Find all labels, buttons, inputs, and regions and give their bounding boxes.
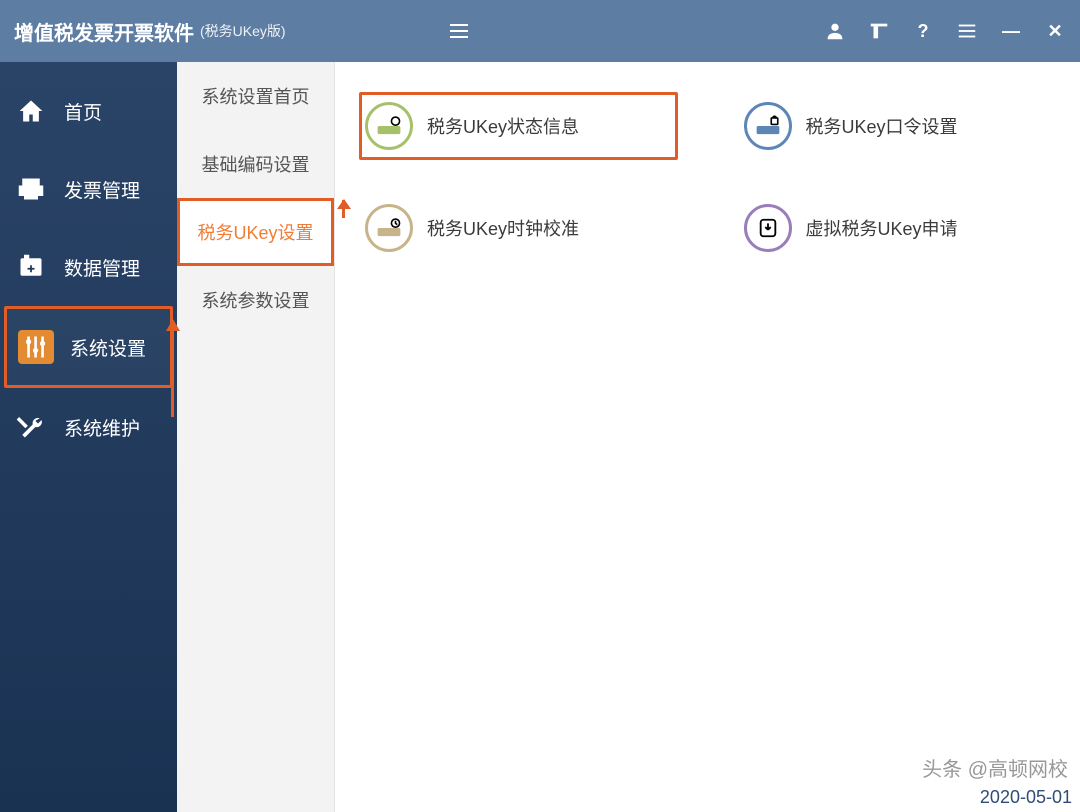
sidebar-item-label: 发票管理 [64, 176, 140, 203]
database-icon [14, 252, 48, 282]
card-label: 税务UKey状态信息 [427, 113, 579, 139]
home-icon [14, 96, 48, 126]
subpanel-item-params[interactable]: 系统参数设置 [177, 266, 334, 334]
sidebar-item-label: 首页 [64, 98, 102, 125]
card-ukey-password[interactable]: 税务UKey口令设置 [738, 92, 1057, 160]
subpanel-item-label: 税务UKey设置 [197, 219, 313, 245]
card-label: 虚拟税务UKey申请 [806, 215, 958, 241]
user-icon[interactable] [824, 20, 846, 42]
annotation-arrow-small-icon [337, 192, 351, 220]
sidebar: 首页 发票管理 数据管理 系统设置 系统维护 [0, 62, 177, 812]
card-ukey-status[interactable]: 税务UKey状态信息 [359, 92, 678, 160]
sidebar-item-data[interactable]: 数据管理 [0, 228, 177, 306]
card-label: 税务UKey口令设置 [806, 113, 958, 139]
menu-icon[interactable] [956, 20, 978, 42]
window-controls: ? — ✕ [824, 0, 1066, 62]
subpanel-item-encoding[interactable]: 基础编码设置 [177, 130, 334, 198]
download-icon [744, 204, 792, 252]
sidebar-item-invoice[interactable]: 发票管理 [0, 150, 177, 228]
printer-icon [14, 174, 48, 204]
content-area: 税务UKey状态信息 税务UKey口令设置 税务UKey时钟校准 虚拟税务UKe… [335, 62, 1080, 812]
keyboard-lock-icon [744, 102, 792, 150]
sliders-icon [18, 330, 54, 364]
card-ukey-clock[interactable]: 税务UKey时钟校准 [359, 194, 678, 262]
sidebar-item-label: 系统维护 [64, 414, 140, 441]
keyboard-clock-icon [365, 204, 413, 252]
watermark-text: 头条 @高顿网校 [922, 753, 1068, 782]
card-grid: 税务UKey状态信息 税务UKey口令设置 税务UKey时钟校准 虚拟税务UKe… [359, 92, 1056, 262]
sidebar-item-settings[interactable]: 系统设置 [4, 306, 173, 388]
subpanel-item-ukey[interactable]: 税务UKey设置 [177, 198, 334, 266]
bookmark-icon[interactable] [868, 20, 890, 42]
sidebar-item-maintenance[interactable]: 系统维护 [0, 388, 177, 466]
subpanel-item-label: 基础编码设置 [202, 151, 310, 177]
footer-date: 2020-05-01 [980, 787, 1072, 808]
annotation-arrow-icon [166, 312, 180, 422]
titlebar: 增值税发票开票软件 (税务UKey版) ? — ✕ [0, 0, 1080, 62]
sidebar-item-label: 系统设置 [70, 334, 146, 361]
card-ukey-virtual[interactable]: 虚拟税务UKey申请 [738, 194, 1057, 262]
help-icon[interactable]: ? [912, 20, 934, 42]
keyboard-status-icon [365, 102, 413, 150]
subpanel-item-label: 系统参数设置 [202, 287, 310, 313]
card-label: 税务UKey时钟校准 [427, 215, 579, 241]
tools-icon [14, 412, 48, 442]
subpanel: 系统设置首页 基础编码设置 税务UKey设置 系统参数设置 [177, 62, 335, 812]
close-icon[interactable]: ✕ [1044, 20, 1066, 42]
sidebar-item-home[interactable]: 首页 [0, 72, 177, 150]
sidebar-toggle-icon[interactable] [446, 18, 472, 44]
app-subtitle: (税务UKey版) [200, 21, 286, 41]
sidebar-item-label: 数据管理 [64, 254, 140, 281]
subpanel-item-label: 系统设置首页 [202, 83, 310, 109]
app-title: 增值税发票开票软件 [14, 17, 194, 46]
minimize-icon[interactable]: — [1000, 20, 1022, 42]
subpanel-item-home[interactable]: 系统设置首页 [177, 62, 334, 130]
